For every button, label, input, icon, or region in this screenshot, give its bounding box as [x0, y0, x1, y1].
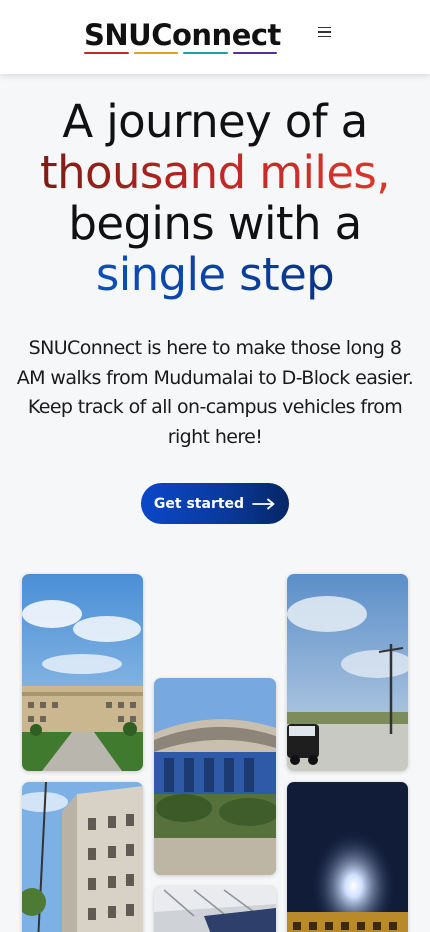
- hero-headline: A journey of a thousand miles, begins wi…: [0, 96, 430, 300]
- tall-building-photo: [22, 782, 143, 932]
- hero-line-2: thousand miles,: [0, 147, 430, 198]
- shuttle-vehicle-photo: [287, 574, 408, 771]
- hero-line-4: single step: [0, 249, 430, 300]
- hero-line-3: begins with a: [68, 197, 362, 250]
- underline-segment-purple: [232, 52, 277, 54]
- hero-description-line: AM walks from Mudumalai to D-Block easie…: [16, 366, 414, 389]
- top-navbar: SNUConnect: [0, 0, 430, 74]
- hero-line-1: A journey of a: [62, 95, 368, 148]
- hero-description-line: SNUConnect is here to make those long 8: [28, 337, 402, 359]
- curved-building-photo: [154, 678, 276, 875]
- underline-segment-yellow: [133, 52, 178, 54]
- brand-logo[interactable]: SNUConnect: [84, 18, 281, 52]
- campus-walkway-photo: [22, 574, 143, 771]
- hero-description-line: Keep track of all on-campus vehicles fro…: [27, 396, 403, 418]
- arrow-right-icon: [252, 498, 275, 509]
- underline-segment-red: [84, 52, 129, 54]
- get-started-button[interactable]: Get started: [141, 483, 289, 524]
- hamburger-menu-icon[interactable]: [318, 22, 338, 42]
- interior-ceiling-photo: [154, 886, 276, 932]
- brand-underline: [84, 52, 277, 54]
- hero-description-line: right here!: [167, 425, 263, 448]
- get-started-label: Get started: [153, 495, 245, 512]
- night-building-photo: [287, 782, 408, 932]
- underline-segment-teal: [183, 52, 228, 54]
- hero-description: SNUConnect is here to make those long 8 …: [0, 334, 430, 452]
